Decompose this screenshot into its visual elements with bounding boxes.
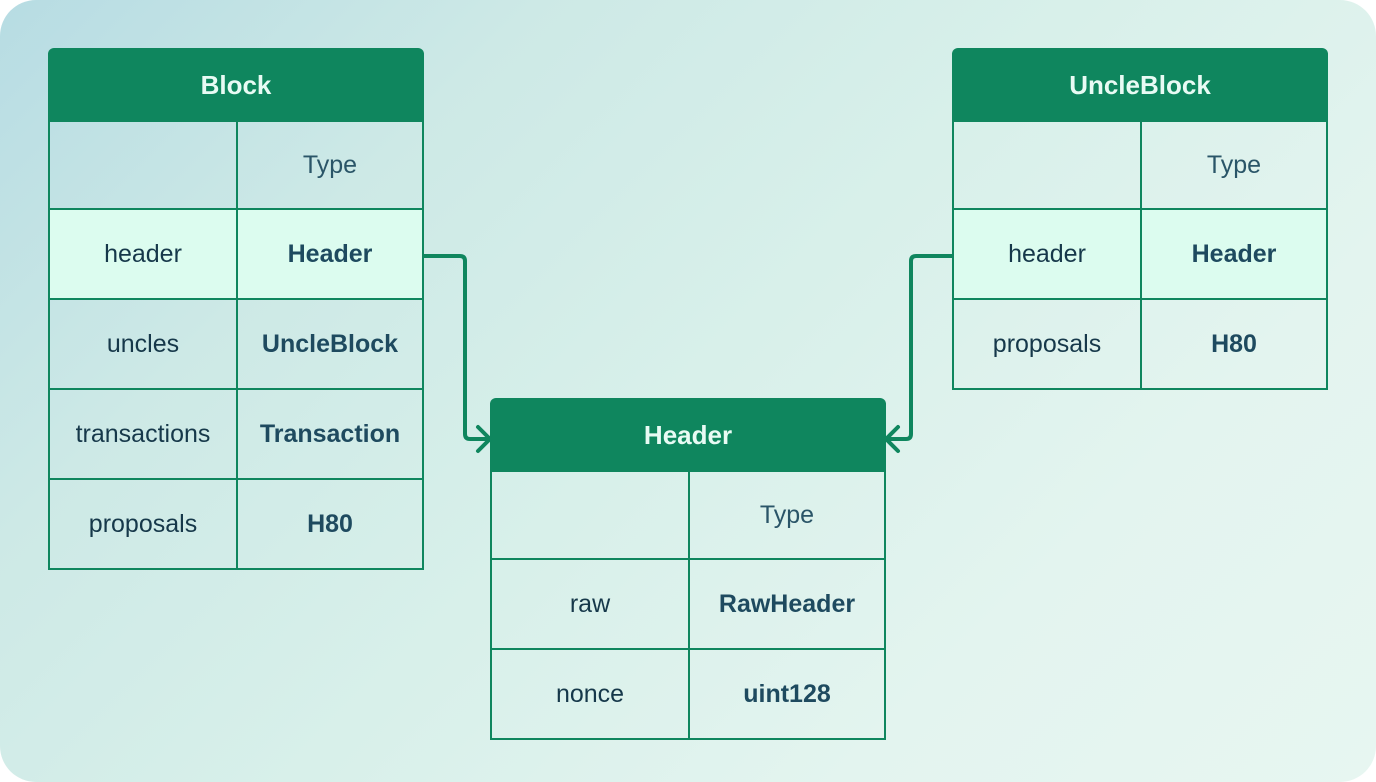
link-block-header-to-header [422,254,492,453]
table-grid: Type header Header uncles UncleBlock tra… [48,122,424,570]
field-column-header [50,122,238,208]
table-header: Header Type raw RawHeader nonce uint128 [490,398,886,740]
table-row: nonce uint128 [492,648,884,738]
arrow-icon [884,425,900,453]
field-name: transactions [50,390,238,478]
link-uncle-header-to-header [884,254,954,453]
type-column-header: Type [302,150,358,179]
table-grid: Type header Header proposals H80 [952,122,1328,390]
table-row: transactions Transaction [50,388,422,478]
field-name: raw [492,560,690,648]
table-row: raw RawHeader [492,558,884,648]
field-type: H80 [307,509,353,538]
connector-line [886,254,954,441]
connector-line [422,254,490,441]
field-name: proposals [954,300,1142,388]
field-type: uint128 [743,679,831,708]
field-column-header [954,122,1142,208]
column-header-row: Type [954,122,1326,208]
field-type: H80 [1211,329,1257,358]
field-type: Header [287,239,373,268]
field-name: header [954,210,1142,298]
field-column-header [492,472,690,558]
table-uncle-block: UncleBlock Type header Header proposals … [952,48,1328,390]
field-name: uncles [50,300,238,388]
diagram-canvas: Block Type header Header uncles UncleBlo… [0,0,1376,782]
table-title: UncleBlock [952,48,1328,122]
table-row: uncles UncleBlock [50,298,422,388]
field-type: Header [1191,239,1277,268]
table-row: header Header [954,208,1326,298]
table-title: Header [490,398,886,472]
field-type: RawHeader [718,589,856,618]
field-name: header [50,210,238,298]
field-name: proposals [50,480,238,568]
type-column-header: Type [759,500,815,529]
arrow-icon [476,425,492,453]
column-header-row: Type [50,122,422,208]
table-block: Block Type header Header uncles UncleBlo… [48,48,424,570]
table-row: proposals H80 [50,478,422,568]
type-column-header: Type [1206,150,1262,179]
table-title: Block [48,48,424,122]
field-type: Transaction [259,419,401,448]
field-type: UncleBlock [261,329,399,358]
table-grid: Type raw RawHeader nonce uint128 [490,472,886,740]
column-header-row: Type [492,472,884,558]
table-row: proposals H80 [954,298,1326,388]
table-row: header Header [50,208,422,298]
field-name: nonce [492,650,690,738]
